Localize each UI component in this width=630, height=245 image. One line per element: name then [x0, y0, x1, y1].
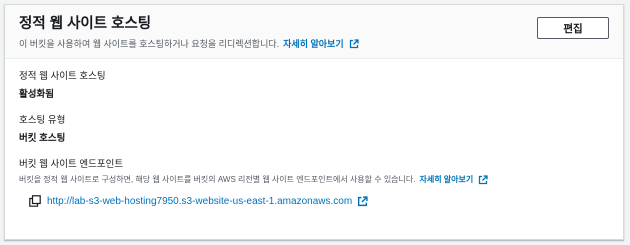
- hosting-type-label: 호스팅 유형: [19, 115, 66, 126]
- section-title: 정적 웹 사이트 호스팅: [19, 16, 152, 32]
- hosting-status-value: 활성화됨: [19, 89, 54, 100]
- hosting-type-field: 호스팅 유형 버킷 호스팅: [19, 115, 609, 145]
- learn-more-link[interactable]: 자세히 알아보기: [283, 38, 359, 50]
- section-description: 이 버킷을 사용하여 웹 사이트를 호스팅하거나 요청을 리디렉션합니다. 자세…: [19, 38, 609, 50]
- learn-more-label: 자세히 알아보기: [283, 39, 344, 49]
- panel-body: 정적 웹 사이트 호스팅 활성화됨 호스팅 유형 버킷 호스팅 버킷 웹 사이트…: [5, 59, 623, 207]
- external-link-icon[interactable]: [357, 195, 368, 207]
- edit-button[interactable]: 편집: [537, 17, 609, 39]
- endpoint-description-text: 버킷을 정적 웹 사이트로 구성하면, 해당 웹 사이트를 버킷의 AWS 리전…: [19, 175, 416, 184]
- endpoint-description: 버킷을 정적 웹 사이트로 구성하면, 해당 웹 사이트를 버킷의 AWS 리전…: [19, 174, 609, 185]
- endpoint-url-link[interactable]: http://lab-s3-web-hosting7950.s3-website…: [47, 196, 352, 207]
- endpoint-learn-more-label: 자세히 알아보기: [419, 175, 474, 184]
- panel-header: 정적 웹 사이트 호스팅 이 버킷을 사용하여 웹 사이트를 호스팅하거나 요청…: [5, 5, 623, 59]
- static-website-hosting-panel: 정적 웹 사이트 호스팅 이 버킷을 사용하여 웹 사이트를 호스팅하거나 요청…: [4, 4, 624, 240]
- section-description-text: 이 버킷을 사용하여 웹 사이트를 호스팅하거나 요청을 리디렉션합니다.: [19, 39, 280, 49]
- external-link-icon: [479, 174, 488, 184]
- hosting-type-value: 버킷 호스팅: [19, 133, 66, 144]
- endpoint-url-row: http://lab-s3-web-hosting7950.s3-website…: [19, 195, 609, 207]
- external-link-icon: [349, 39, 359, 49]
- hosting-status-field: 정적 웹 사이트 호스팅 활성화됨: [19, 71, 609, 101]
- copy-icon[interactable]: [29, 195, 41, 207]
- endpoint-url-text: http://lab-s3-web-hosting7950.s3-website…: [47, 195, 353, 207]
- endpoint-field: 버킷 웹 사이트 엔드포인트 버킷을 정적 웹 사이트로 구성하면, 해당 웹 …: [19, 159, 609, 207]
- hosting-status-label: 정적 웹 사이트 호스팅: [19, 71, 106, 82]
- endpoint-label: 버킷 웹 사이트 엔드포인트: [19, 159, 124, 170]
- endpoint-learn-more-link[interactable]: 자세히 알아보기: [420, 174, 489, 185]
